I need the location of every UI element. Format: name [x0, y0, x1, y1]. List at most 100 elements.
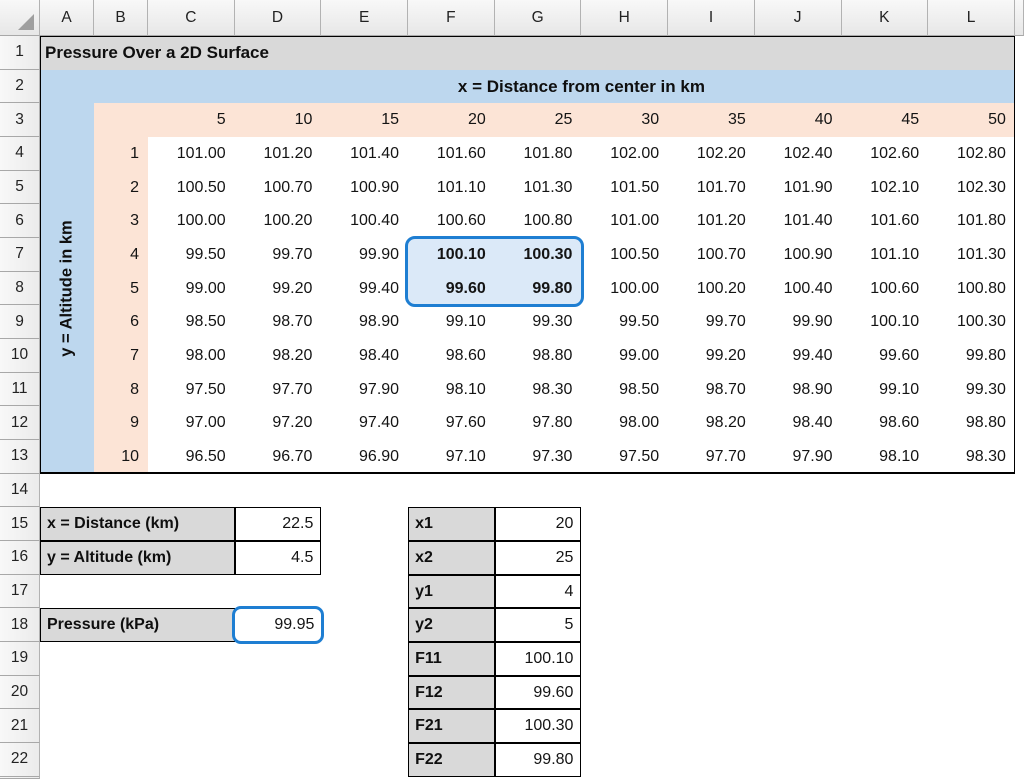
pressure-cell[interactable]: 101.40 [321, 137, 408, 171]
pressure-cell[interactable]: 98.70 [668, 373, 755, 407]
pressure-cell[interactable]: 99.30 [928, 373, 1015, 407]
row-header-12[interactable]: 12 [0, 406, 40, 440]
pressure-cell[interactable]: 101.10 [408, 171, 495, 205]
pressure-cell[interactable]: 99.90 [755, 305, 842, 339]
pressure-cell[interactable]: 98.60 [408, 339, 495, 373]
interp-label-cell[interactable]: y2 [408, 608, 495, 642]
column-header-C[interactable]: C [148, 0, 235, 36]
pressure-cell[interactable]: 99.00 [581, 339, 668, 373]
pressure-cell[interactable]: 100.00 [581, 272, 668, 306]
interp-label-cell[interactable]: y1 [408, 575, 495, 609]
column-header-I[interactable]: I [668, 0, 755, 36]
row-header-17[interactable]: 17 [0, 575, 40, 609]
pressure-cell[interactable]: 102.80 [928, 137, 1015, 171]
input-label-cell[interactable]: x = Distance (km) [40, 507, 235, 541]
pressure-cell[interactable]: 101.50 [581, 171, 668, 205]
pressure-cell[interactable]: 102.20 [668, 137, 755, 171]
y-value-cell[interactable]: 10 [94, 440, 148, 474]
pressure-cell[interactable]: 101.30 [495, 171, 582, 205]
pressure-cell[interactable]: 99.00 [148, 272, 235, 306]
x-value-cell[interactable]: 40 [755, 103, 842, 137]
pressure-cell[interactable]: 100.80 [495, 204, 582, 238]
y-axis-header-cell[interactable]: y = Altitude in km [40, 103, 94, 473]
row-header-13[interactable]: 13 [0, 440, 40, 474]
pressure-cell[interactable]: 99.70 [235, 238, 322, 272]
interp-label-cell[interactable]: F11 [408, 642, 495, 676]
pressure-cell[interactable]: 99.40 [321, 272, 408, 306]
column-header-G[interactable]: G [495, 0, 582, 36]
column-header-K[interactable]: K [842, 0, 929, 36]
pressure-cell[interactable]: 100.30 [928, 305, 1015, 339]
y-value-cell[interactable]: 7 [94, 339, 148, 373]
pressure-cell[interactable]: 102.40 [755, 137, 842, 171]
pressure-cell[interactable]: 100.40 [321, 204, 408, 238]
pressure-cell[interactable]: 97.90 [321, 373, 408, 407]
pressure-cell[interactable]: 101.00 [581, 204, 668, 238]
y-value-cell[interactable]: 4 [94, 238, 148, 272]
pressure-cell[interactable]: 98.40 [755, 406, 842, 440]
pressure-cell[interactable]: 98.20 [235, 339, 322, 373]
interp-label-cell[interactable]: F21 [408, 709, 495, 743]
input-value-cell[interactable]: 4.5 [235, 541, 322, 575]
pressure-cell[interactable]: 97.90 [755, 440, 842, 474]
pressure-cell[interactable]: 99.20 [668, 339, 755, 373]
pressure-cell[interactable]: 99.40 [755, 339, 842, 373]
pressure-cell[interactable]: 102.60 [842, 137, 929, 171]
pressure-cell[interactable]: 99.20 [235, 272, 322, 306]
y-value-cell[interactable]: 2 [94, 171, 148, 205]
pressure-cell[interactable]: 98.80 [495, 339, 582, 373]
x-value-cell[interactable]: 35 [668, 103, 755, 137]
highlighted-pressure-cell[interactable]: 99.80 [495, 272, 582, 306]
pressure-cell[interactable]: 97.50 [148, 373, 235, 407]
pressure-cell[interactable]: 100.40 [755, 272, 842, 306]
row-header-22[interactable]: 22 [0, 743, 40, 777]
x-value-cell[interactable]: 45 [842, 103, 929, 137]
pressure-cell[interactable]: 101.70 [668, 171, 755, 205]
row-header-1[interactable]: 1 [0, 36, 40, 70]
pressure-cell[interactable]: 99.80 [928, 339, 1015, 373]
pressure-cell[interactable]: 97.50 [581, 440, 668, 474]
pressure-cell[interactable]: 97.40 [321, 406, 408, 440]
x-axis-header-cell[interactable]: x = Distance from center in km [40, 70, 1015, 104]
pressure-cell[interactable]: 98.00 [581, 406, 668, 440]
pressure-cell[interactable]: 97.60 [408, 406, 495, 440]
row-header-20[interactable]: 20 [0, 676, 40, 710]
row-header-9[interactable]: 9 [0, 305, 40, 339]
pressure-cell[interactable]: 101.80 [928, 204, 1015, 238]
pressure-cell[interactable]: 101.40 [755, 204, 842, 238]
corner-cell-b3[interactable] [94, 103, 148, 137]
row-header-18[interactable]: 18 [0, 608, 40, 642]
pressure-cell[interactable]: 98.30 [495, 373, 582, 407]
pressure-cell[interactable]: 101.30 [928, 238, 1015, 272]
pressure-cell[interactable]: 100.60 [842, 272, 929, 306]
pressure-cell[interactable]: 101.20 [668, 204, 755, 238]
x-value-cell[interactable]: 5 [148, 103, 235, 137]
pressure-cell[interactable]: 98.50 [581, 373, 668, 407]
input-label-cell[interactable]: y = Altitude (km) [40, 541, 235, 575]
pressure-cell[interactable]: 99.10 [842, 373, 929, 407]
pressure-cell[interactable]: 101.20 [235, 137, 322, 171]
pressure-cell[interactable]: 100.00 [148, 204, 235, 238]
pressure-cell[interactable]: 102.00 [581, 137, 668, 171]
interp-value-cell[interactable]: 100.10 [495, 642, 582, 676]
y-value-cell[interactable]: 6 [94, 305, 148, 339]
pressure-cell[interactable]: 101.60 [842, 204, 929, 238]
pressure-cell[interactable]: 98.10 [408, 373, 495, 407]
column-header-J[interactable]: J [755, 0, 842, 36]
pressure-cell[interactable]: 97.30 [495, 440, 582, 474]
input-value-cell[interactable]: 22.5 [235, 507, 322, 541]
pressure-cell[interactable]: 99.10 [408, 305, 495, 339]
row-header-8[interactable]: 8 [0, 272, 40, 306]
column-header-D[interactable]: D [235, 0, 322, 36]
y-value-cell[interactable]: 9 [94, 406, 148, 440]
row-header-2[interactable]: 2 [0, 70, 40, 104]
pressure-cell[interactable]: 96.90 [321, 440, 408, 474]
pressure-cell[interactable]: 98.70 [235, 305, 322, 339]
interp-label-cell[interactable]: F22 [408, 743, 495, 777]
interp-value-cell[interactable]: 25 [495, 541, 582, 575]
row-header-7[interactable]: 7 [0, 238, 40, 272]
select-all-corner[interactable] [0, 0, 40, 36]
column-header-E[interactable]: E [321, 0, 408, 36]
pressure-cell[interactable]: 97.20 [235, 406, 322, 440]
pressure-cell[interactable]: 98.50 [148, 305, 235, 339]
